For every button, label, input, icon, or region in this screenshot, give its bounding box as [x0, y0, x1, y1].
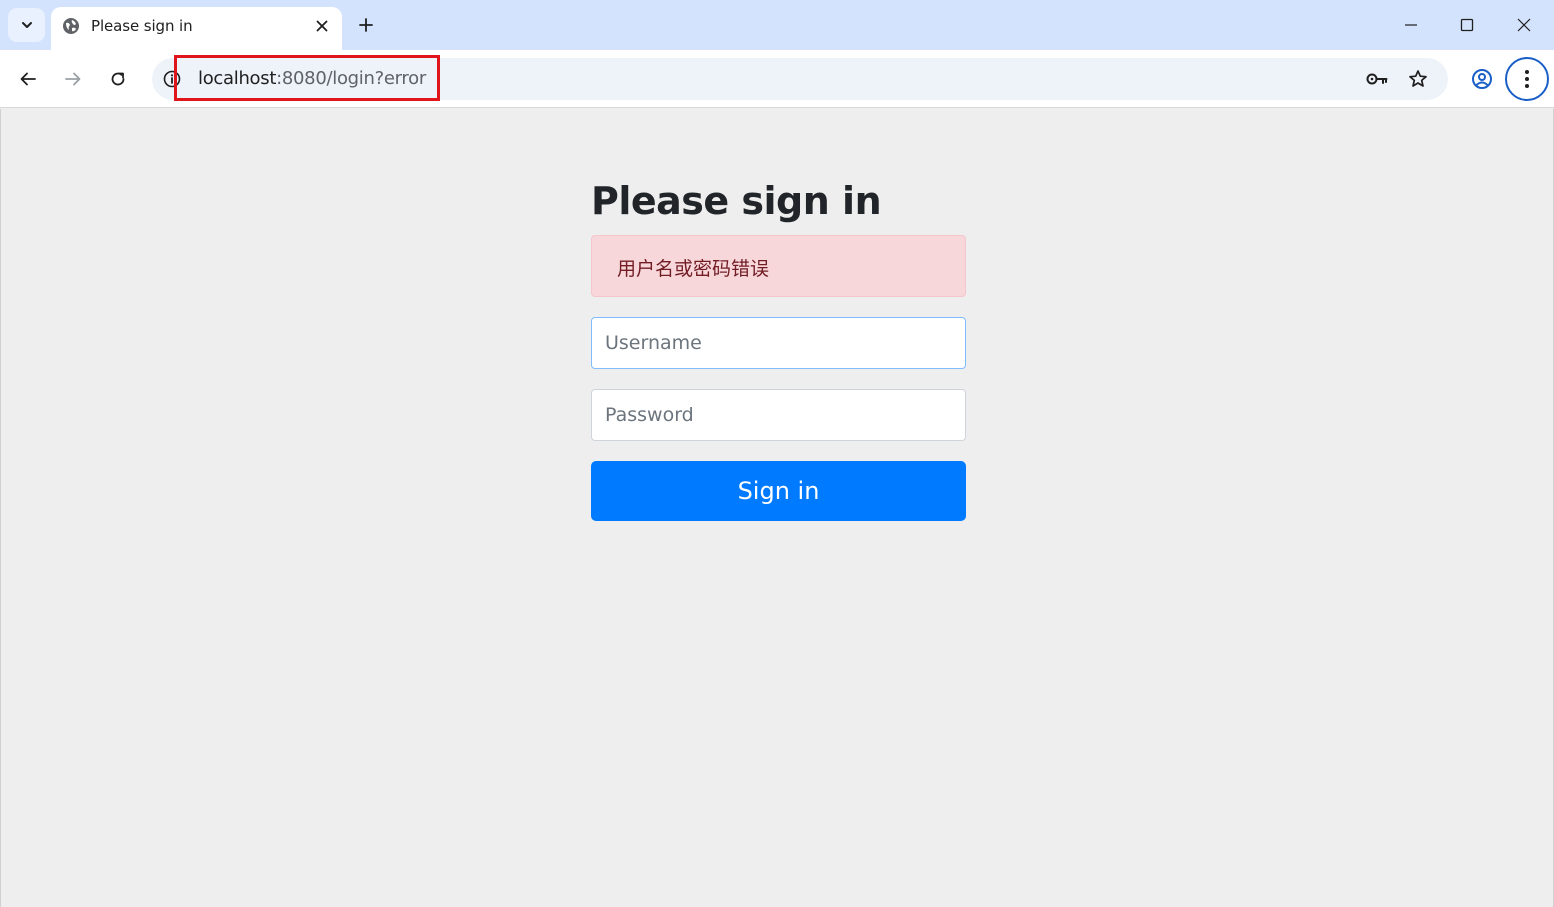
- tab-search-button[interactable]: [8, 8, 45, 42]
- back-button[interactable]: [15, 66, 41, 92]
- reload-icon: [111, 72, 125, 86]
- error-alert: 用户名或密码错误: [591, 235, 966, 297]
- more-vertical-icon: [1525, 70, 1529, 88]
- maximize-icon: [1460, 18, 1474, 32]
- close-icon: [316, 20, 328, 32]
- profile-icon: [1472, 69, 1492, 89]
- key-icon: [1366, 73, 1388, 85]
- password-input[interactable]: [591, 389, 966, 441]
- page-title: Please sign in: [591, 179, 882, 223]
- close-icon: [1517, 18, 1531, 32]
- browser-toolbar: localhost:8080/login?error: [0, 50, 1554, 108]
- browser-menu-button[interactable]: [1505, 57, 1549, 101]
- maximize-button[interactable]: [1454, 12, 1480, 38]
- plus-icon: [359, 18, 373, 32]
- tab-strip: Please sign in: [0, 0, 1554, 50]
- minimize-icon: [1405, 24, 1417, 26]
- chevron-down-icon: [21, 22, 32, 28]
- active-tab[interactable]: Please sign in: [51, 7, 342, 50]
- arrow-right-icon: [65, 72, 81, 86]
- forward-button[interactable]: [60, 66, 86, 92]
- arrow-left-icon: [20, 72, 36, 86]
- login-form: Please sign in 用户名或密码错误 Sign in: [591, 177, 966, 521]
- password-manager-button[interactable]: [1366, 68, 1388, 90]
- globe-icon: [63, 18, 79, 34]
- tab-title: Please sign in: [91, 17, 193, 35]
- bookmark-button[interactable]: [1407, 68, 1429, 90]
- tab-close-button[interactable]: [312, 16, 332, 36]
- sign-in-button[interactable]: Sign in: [591, 461, 966, 521]
- minimize-button[interactable]: [1398, 12, 1424, 38]
- username-input[interactable]: [591, 317, 966, 369]
- new-tab-button[interactable]: [354, 13, 378, 37]
- profile-button[interactable]: [1469, 66, 1495, 92]
- page-content: Please sign in 用户名或密码错误 Sign in: [0, 109, 1554, 907]
- reload-button[interactable]: [105, 66, 131, 92]
- window-close-button[interactable]: [1511, 12, 1537, 38]
- url-highlight-annotation: [174, 55, 440, 101]
- star-icon: [1409, 70, 1427, 87]
